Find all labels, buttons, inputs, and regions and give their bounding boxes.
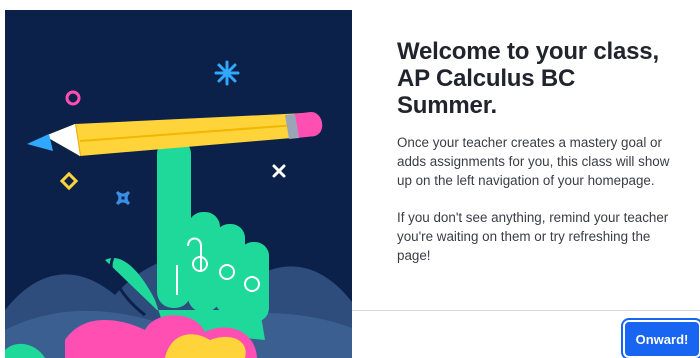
illustration-canvas	[5, 60, 352, 358]
star-icon	[115, 190, 131, 206]
x-icon	[272, 164, 286, 178]
sparkle-icon	[214, 60, 240, 86]
welcome-illustration	[5, 10, 352, 358]
dialog-content: Welcome to your class, AP Calculus BC Su…	[397, 38, 677, 266]
dialog-title: Welcome to your class, AP Calculus BC Su…	[397, 38, 659, 119]
dialog-description: Once your teacher creates a mastery goal…	[397, 135, 670, 188]
welcome-dialog: Welcome to your class, AP Calculus BC Su…	[0, 0, 700, 358]
ring-icon	[65, 90, 81, 106]
diamond-icon	[59, 171, 79, 191]
footer-divider	[352, 310, 700, 311]
dialog-hint: If you don't see anything, remind your t…	[397, 210, 669, 263]
onward-button[interactable]: Onward!	[625, 322, 699, 356]
